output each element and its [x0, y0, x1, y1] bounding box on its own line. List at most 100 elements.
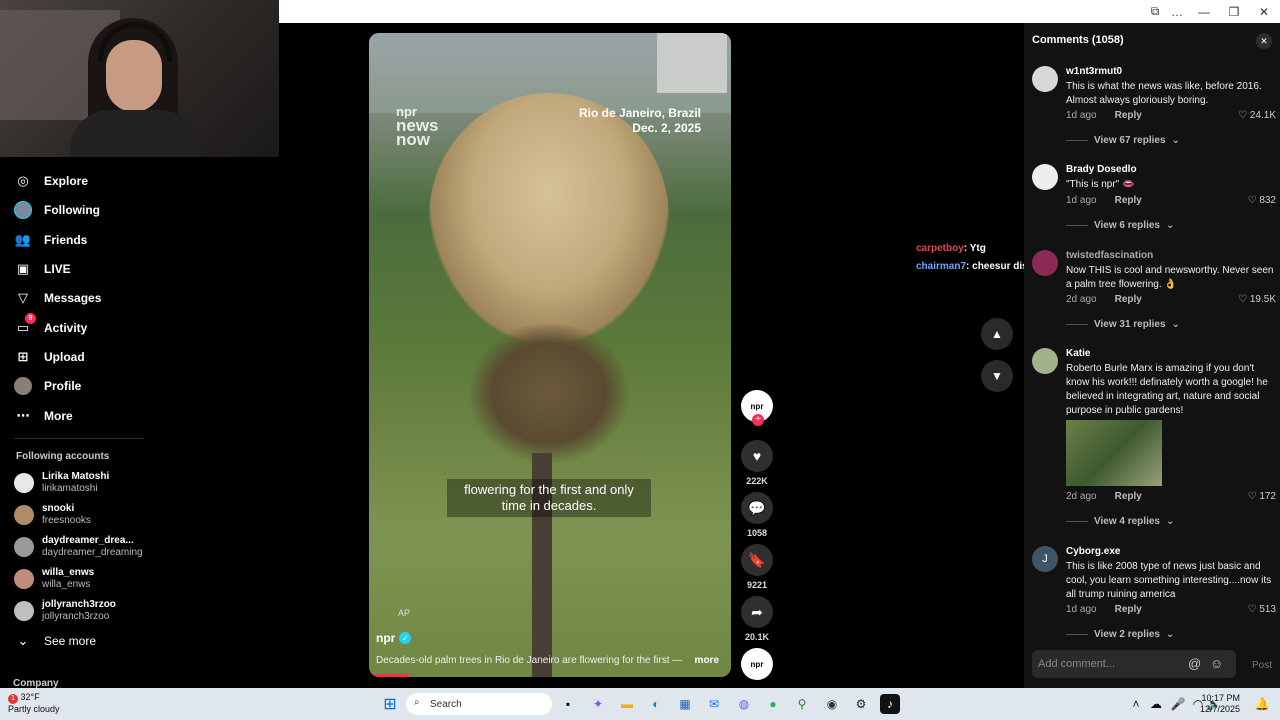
nav-live[interactable]: ▣ LIVE — [14, 257, 71, 281]
comment-likes[interactable]: ♡ 172 — [1248, 491, 1276, 502]
tray-app-icon[interactable]: ☁ — [1146, 694, 1166, 714]
avatar[interactable] — [1032, 348, 1058, 374]
notification-icon[interactable]: 🔔 — [1252, 694, 1272, 714]
spotify-icon[interactable]: ● — [763, 694, 783, 714]
author-profile-button[interactable]: npr + — [741, 390, 773, 426]
save-count: 9221 — [746, 580, 768, 590]
restore-button[interactable]: ❐ — [1219, 0, 1249, 23]
view-replies-button[interactable]: View 67 replies ⌄ — [1066, 135, 1180, 146]
share-button[interactable]: ➦ 20.1K — [741, 596, 773, 642]
reply-button[interactable]: Reply — [1115, 110, 1142, 121]
video-progress-bar[interactable] — [369, 674, 409, 677]
nav-messages[interactable]: ▽ Messages — [14, 286, 101, 310]
obs-icon[interactable]: ◉ — [822, 694, 842, 714]
close-icon[interactable]: ✕ — [1256, 33, 1272, 49]
watermark-line: now — [396, 130, 430, 149]
comment-time: 2d ago — [1066, 294, 1097, 305]
save-button[interactable]: 🔖 9221 — [741, 544, 773, 590]
following-account[interactable]: willa_enws willa_enws — [14, 565, 94, 593]
add-comment-input[interactable] — [1038, 650, 1178, 678]
microphone-icon[interactable]: 🎤 — [1168, 694, 1188, 714]
comment-user[interactable]: Katie — [1066, 348, 1090, 359]
comment-user[interactable]: Brady Dosedlo — [1066, 164, 1137, 175]
post-button[interactable]: Post — [1252, 660, 1272, 671]
nav-upload[interactable]: ⊞ Upload — [14, 345, 85, 369]
video-author[interactable]: npr ✓ — [376, 631, 412, 645]
next-video-button[interactable]: ▼ — [981, 360, 1013, 392]
task-view-icon[interactable]: ▪ — [558, 694, 578, 714]
comment-likes[interactable]: ♡ 513 — [1248, 604, 1276, 615]
mention-icon[interactable]: @ — [1188, 656, 1201, 671]
following-account[interactable]: daydreamer_drea... daydreamer_dreaming — [14, 533, 143, 561]
start-icon[interactable]: ⊞ — [380, 694, 400, 714]
view-replies-button[interactable]: View 2 replies ⌄ — [1066, 629, 1174, 640]
avatar[interactable] — [1032, 250, 1058, 276]
account-name: jollyranch3rzoo — [42, 599, 116, 610]
comment-user[interactable]: Cyborg.exe — [1066, 546, 1120, 557]
steam-icon[interactable]: ⚙ — [851, 694, 871, 714]
comment-time: 1d ago — [1066, 604, 1097, 615]
nav-profile[interactable]: Profile — [14, 374, 81, 398]
taskbar-search[interactable]: ⌕ Search — [406, 693, 552, 715]
app-icon[interactable]: ⚲ — [792, 694, 812, 714]
comment-likes[interactable]: ♡ 19.5K — [1238, 294, 1276, 305]
comment-item: w1nt3rmut0 This is what the news was lik… — [1032, 66, 1276, 156]
edge-icon[interactable]: ◐ — [646, 694, 666, 714]
tray-chevron-icon[interactable]: ˄ — [1126, 694, 1146, 714]
comment-user[interactable]: w1nt3rmut0 — [1066, 66, 1122, 77]
comment-likes[interactable]: ♡ 24.1K — [1238, 110, 1276, 121]
previous-video-button[interactable]: ▲ — [981, 318, 1013, 350]
reply-button[interactable]: Reply — [1115, 491, 1142, 502]
nav-activity[interactable]: ▭ 9 Activity — [14, 313, 87, 340]
window-menu-button[interactable]: … — [1162, 0, 1192, 23]
weather-widget[interactable]: 1 32°F Partly cloudy — [8, 692, 60, 715]
outlook-icon[interactable]: ✉ — [704, 694, 724, 714]
comment-button[interactable]: 💬 1058 — [741, 492, 773, 538]
reply-button[interactable]: Reply — [1115, 294, 1142, 305]
tiktok-icon[interactable]: ♪ — [880, 694, 900, 714]
reply-button[interactable]: Reply — [1115, 195, 1142, 206]
minimize-button[interactable]: — — [1189, 0, 1219, 23]
view-replies-button[interactable]: View 31 replies ⌄ — [1066, 319, 1180, 330]
avatar[interactable] — [1032, 164, 1058, 190]
view-replies-button[interactable]: View 4 replies ⌄ — [1066, 516, 1174, 527]
follow-plus-icon[interactable]: + — [752, 414, 764, 426]
see-more-label: See more — [44, 634, 97, 648]
divider — [1066, 140, 1088, 141]
nav-following[interactable]: Following — [14, 198, 100, 222]
reply-button[interactable]: Reply — [1115, 604, 1142, 615]
comment-likes[interactable]: ♡ 832 — [1248, 195, 1276, 206]
system-clock[interactable]: 10:17 PM 12/7/2025 — [1200, 693, 1240, 715]
share-icon: ➦ — [741, 596, 773, 628]
window-title-bar: ⧉ … — ❐ ✕ — [279, 0, 1280, 23]
video-player[interactable]: npr news now Rio de Janeiro, Brazil Dec.… — [369, 33, 731, 677]
nav-more[interactable]: ⋯ More — [14, 404, 73, 428]
following-account[interactable]: Lirika Matoshi lirikamatoshi — [14, 469, 109, 497]
close-window-button[interactable]: ✕ — [1249, 0, 1279, 23]
nav-friends[interactable]: 👥 Friends — [14, 228, 87, 252]
weather-badge: 1 — [8, 694, 18, 704]
credit-label: AP — [398, 608, 411, 618]
nav-explore[interactable]: ◎ Explore — [14, 169, 88, 193]
like-button[interactable]: ♥ 222K — [741, 440, 773, 486]
emoji-icon[interactable]: ☺ — [1210, 656, 1223, 671]
discord-icon[interactable]: ◍ — [734, 694, 754, 714]
following-account[interactable]: jollyranch3rzoo jollyranch3rzoo — [14, 597, 116, 625]
comment-image[interactable] — [1066, 420, 1162, 486]
file-explorer-icon[interactable]: ▬ — [617, 694, 637, 714]
avatar — [14, 569, 34, 589]
avatar[interactable]: J — [1032, 546, 1058, 572]
store-icon[interactable]: ▦ — [675, 694, 695, 714]
divider — [14, 438, 144, 439]
comment-item: twistedfascination Now THIS is cool and … — [1032, 250, 1276, 340]
following-account[interactable]: snooki freesnooks — [14, 501, 91, 529]
copilot-icon[interactable]: ✦ — [588, 694, 608, 714]
see-more-button[interactable]: ⌄ See more — [14, 629, 96, 653]
comment-user[interactable]: twistedfascination — [1066, 250, 1153, 261]
comment-item: Brady Dosedlo "This is npr" 👄 1d ago Repl… — [1032, 164, 1276, 244]
avatar[interactable] — [1032, 66, 1058, 92]
comment-meta: 1d ago Reply — [1066, 195, 1142, 206]
description-more-button[interactable]: more — [695, 655, 719, 666]
view-replies-button[interactable]: View 6 replies ⌄ — [1066, 220, 1174, 231]
sound-disc-button[interactable]: npr — [741, 648, 773, 680]
